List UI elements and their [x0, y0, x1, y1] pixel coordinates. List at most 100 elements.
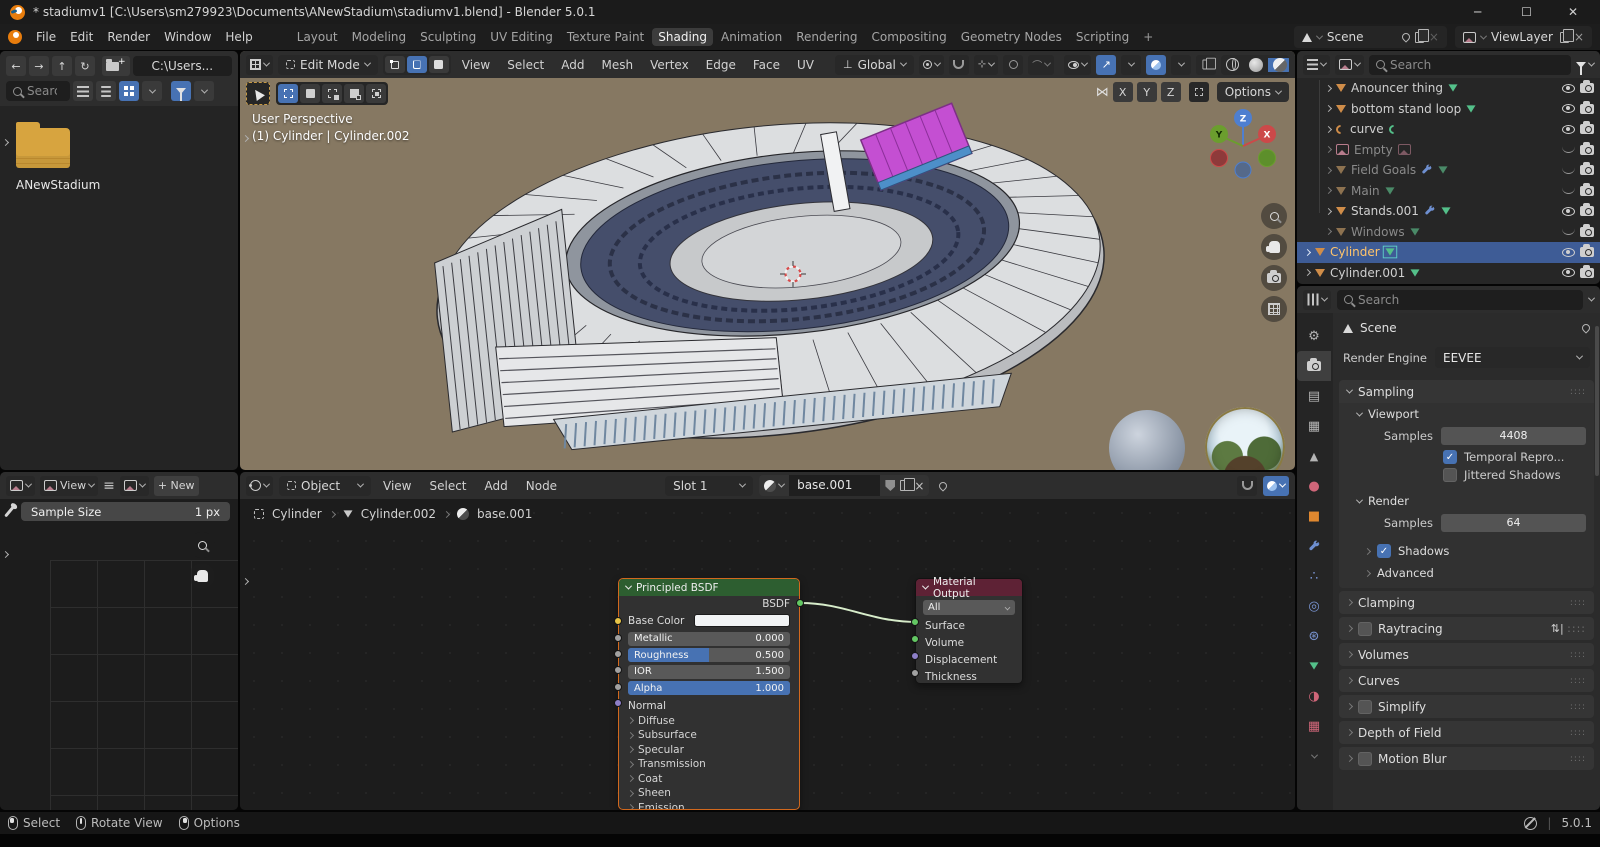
proportional-falloff-dropdown[interactable]: ⌒: [1028, 54, 1055, 75]
sampling-panel-header[interactable]: Sampling::::: [1339, 380, 1594, 403]
gizmo-dropdown[interactable]: [1121, 54, 1142, 75]
show-overlays-button[interactable]: [1146, 54, 1167, 75]
outliner-row[interactable]: Stands.001: [1297, 201, 1600, 222]
menu-help[interactable]: Help: [219, 28, 258, 46]
breadcrumb-object[interactable]: Cylinder: [272, 507, 322, 521]
socket-ior[interactable]: [614, 666, 622, 674]
tab-physics[interactable]: ◎: [1297, 591, 1331, 621]
tab-rendering[interactable]: Rendering: [790, 28, 863, 46]
vertex-select-mode-button[interactable]: [384, 56, 405, 73]
tab-scene[interactable]: ▲: [1297, 441, 1331, 471]
zoom-button[interactable]: [189, 532, 215, 558]
shadows-checkbox[interactable]: ✓: [1377, 544, 1391, 558]
socket-volume[interactable]: [911, 635, 919, 643]
tab-object-data[interactable]: [1297, 651, 1331, 681]
shader-menu-view[interactable]: View: [377, 477, 417, 495]
tab-compositing[interactable]: Compositing: [865, 28, 952, 46]
viewport-menu-add[interactable]: Add: [555, 56, 590, 74]
render-camera-icon[interactable]: [1580, 182, 1594, 196]
overlays-dropdown[interactable]: [1171, 54, 1192, 75]
active-tool-tweak-button[interactable]: [246, 82, 270, 105]
visibility-eye-closed-icon[interactable]: [1562, 228, 1575, 236]
shader-overlays-button[interactable]: [1263, 475, 1289, 496]
advanced-subpanel-header[interactable]: Advanced: [1347, 558, 1586, 580]
mirror-z-button[interactable]: Z: [1160, 82, 1181, 102]
tab-world[interactable]: ●: [1297, 471, 1331, 501]
transform-orientation-dropdown[interactable]: ⊥ Global: [835, 54, 914, 75]
outliner-search-input[interactable]: Search: [1369, 54, 1571, 75]
add-workspace-button[interactable]: +: [1137, 28, 1159, 46]
pan-hand-button[interactable]: [189, 563, 215, 589]
close-button[interactable]: ✕: [1556, 5, 1590, 19]
file-search-input[interactable]: Search: [6, 81, 70, 101]
expand-icon[interactable]: [1324, 125, 1333, 133]
image-view-menu[interactable]: View: [40, 475, 99, 496]
render-camera-icon[interactable]: [1580, 162, 1594, 176]
snap-individual-icon[interactable]: [1188, 82, 1209, 102]
temporal-reprojection-checkbox[interactable]: ✓: [1443, 450, 1457, 464]
image-editor-expand-arrow[interactable]: [1, 550, 10, 559]
visibility-eye-icon[interactable]: [1562, 268, 1575, 278]
new-image-button[interactable]: + New: [153, 475, 199, 496]
snap-settings-dropdown[interactable]: ⊹: [973, 54, 999, 75]
pin-id-icon[interactable]: [1580, 322, 1592, 334]
new-viewlayer-icon[interactable]: [1559, 29, 1575, 43]
expand-icon[interactable]: [1324, 146, 1333, 154]
refresh-button[interactable]: ↻: [75, 56, 95, 76]
shading-solid-button[interactable]: [1244, 57, 1268, 72]
menu-file[interactable]: File: [30, 28, 62, 46]
pivot-point-dropdown[interactable]: [918, 54, 944, 75]
raytracing-checkbox[interactable]: [1358, 621, 1372, 636]
section-coat[interactable]: Coat: [619, 772, 799, 787]
render-camera-icon[interactable]: [1580, 121, 1594, 135]
tab-material[interactable]: ◑: [1297, 681, 1331, 711]
image-browse-dropdown[interactable]: [119, 475, 149, 496]
raytracing-panel-header[interactable]: Raytracing ⇅| ::::: [1339, 617, 1594, 640]
socket-displacement[interactable]: [911, 652, 919, 660]
viewport-samples-field[interactable]: 4408: [1441, 427, 1586, 445]
menu-hamburger-icon[interactable]: ≡: [103, 478, 115, 494]
tab-layout[interactable]: Layout: [291, 28, 344, 46]
visibility-eye-closed-icon[interactable]: [1562, 146, 1575, 154]
outliner-row-selected[interactable]: Cylinder: [1297, 242, 1600, 263]
node-canvas[interactable]: Cylinder Cylinder.002 base.001 Principle…: [240, 499, 1295, 810]
minimize-button[interactable]: ─: [1458, 5, 1497, 19]
expand-icon[interactable]: [1324, 84, 1333, 92]
options-dropdown[interactable]: Options: [1216, 82, 1289, 102]
clamping-panel-header[interactable]: Clamping::::: [1339, 591, 1594, 614]
motion-blur-checkbox[interactable]: [1358, 751, 1372, 766]
select-mode-invert-button[interactable]: [344, 84, 364, 103]
new-scene-icon[interactable]: [1414, 29, 1430, 43]
socket-surface[interactable]: [911, 618, 919, 626]
render-camera-icon[interactable]: [1580, 264, 1594, 278]
principled-bsdf-node[interactable]: Principled BSDF BSDF Base Color Metallic…: [618, 578, 800, 810]
face-select-mode-button[interactable]: [428, 56, 449, 73]
viewport-menu-uv[interactable]: UV: [791, 56, 820, 74]
viewport-menu-view[interactable]: View: [456, 56, 496, 74]
tab-constraints[interactable]: ⊛: [1297, 621, 1331, 651]
shader-type-dropdown[interactable]: Object: [279, 475, 371, 496]
copy-material-icon[interactable]: [900, 477, 915, 491]
filter-toggle-button[interactable]: [171, 81, 191, 101]
outliner-row[interactable]: curve: [1297, 119, 1600, 140]
create-directory-button[interactable]: +: [102, 56, 130, 76]
properties-scrollbar[interactable]: [1595, 326, 1599, 476]
editor-type-shader-icon[interactable]: [246, 475, 273, 496]
render-camera-icon[interactable]: [1580, 100, 1594, 114]
properties-search-input[interactable]: Search: [1337, 289, 1583, 310]
scene-selector[interactable]: Scene ×: [1293, 26, 1447, 48]
viewport-menu-vertex[interactable]: Vertex: [644, 56, 695, 74]
roughness-slider[interactable]: Roughness 0.500: [628, 648, 790, 662]
render-camera-icon[interactable]: [1580, 223, 1594, 237]
shading-material-preview-button[interactable]: [1268, 57, 1289, 72]
section-transmission[interactable]: Transmission: [619, 757, 799, 772]
filter-dropdown[interactable]: [194, 81, 214, 101]
proportional-editing-button[interactable]: [1003, 54, 1024, 75]
forward-button[interactable]: →: [29, 56, 49, 76]
outliner-filter-dropdown[interactable]: [1576, 59, 1596, 75]
unlink-material-icon[interactable]: ×: [914, 479, 924, 493]
back-button[interactable]: ←: [6, 56, 26, 76]
up-button[interactable]: ↑: [52, 56, 72, 76]
fake-user-shield-icon[interactable]: [885, 480, 896, 491]
outliner-row[interactable]: Anouncer thing: [1297, 78, 1600, 99]
